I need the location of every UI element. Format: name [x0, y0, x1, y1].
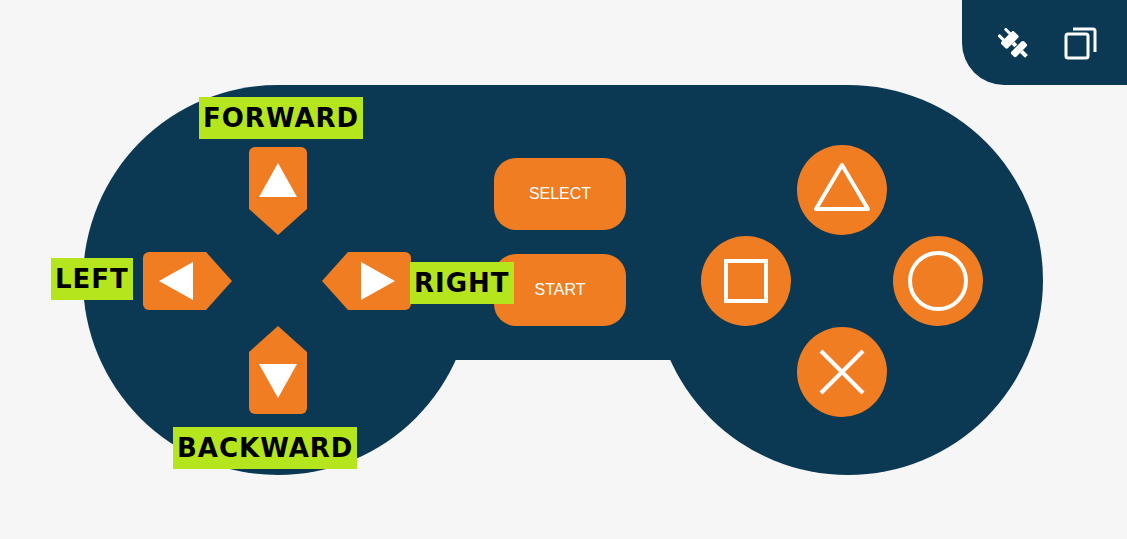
triangle-button[interactable] [797, 145, 887, 235]
controls-layer: SELECT START FORWARD LEFT RIGHT BACKWARD [0, 0, 1127, 539]
arrow-up-icon [249, 147, 307, 235]
dpad-down-button[interactable] [249, 326, 307, 414]
direction-label: RIGHT [410, 262, 514, 304]
button-label: START [535, 278, 586, 302]
arrow-down-icon [249, 326, 307, 414]
gamepad-screen: SELECT START FORWARD LEFT RIGHT BACKWARD [0, 0, 1127, 539]
button-label: SELECT [529, 182, 591, 206]
arrow-right-icon [322, 252, 411, 310]
direction-label: FORWARD [199, 97, 363, 139]
top-toolbar [962, 0, 1127, 85]
plug-icon[interactable] [993, 23, 1033, 63]
menu-button[interactable]: START [494, 254, 626, 326]
cross-icon [797, 327, 887, 417]
direction-label: BACKWARD [173, 427, 357, 469]
cross-button[interactable] [797, 327, 887, 417]
square-button[interactable] [701, 236, 791, 326]
dpad-left-button[interactable] [143, 252, 232, 310]
triangle-icon [797, 145, 887, 235]
circle-button[interactable] [893, 236, 983, 326]
copy-icon[interactable] [1063, 25, 1099, 61]
menu-button[interactable]: SELECT [494, 158, 626, 230]
dpad-up-button[interactable] [249, 147, 307, 235]
circle-icon [893, 236, 983, 326]
square-icon [701, 236, 791, 326]
arrow-left-icon [143, 252, 232, 310]
direction-label: LEFT [51, 258, 133, 300]
dpad-right-button[interactable] [322, 252, 411, 310]
